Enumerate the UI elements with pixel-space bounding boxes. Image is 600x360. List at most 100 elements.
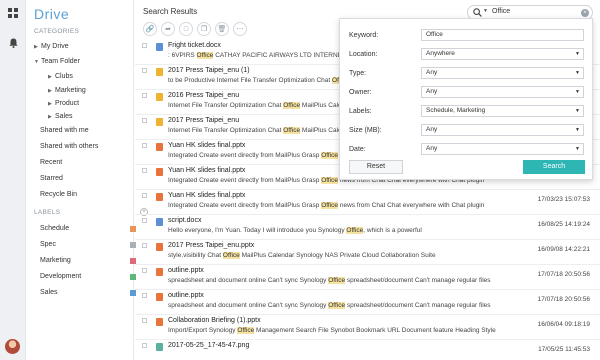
modified-date: 17/05/25 11:45:53 xyxy=(538,346,590,353)
owner-select[interactable]: Any ▼ xyxy=(421,86,584,98)
file-name[interactable]: 2016 Press Taipei_enu xyxy=(168,92,239,99)
table-row[interactable]: outline.pptx spreadsheet and document onl… xyxy=(135,290,600,315)
search-button[interactable]: Search xyxy=(523,160,585,174)
row-checkbox[interactable] xyxy=(142,118,147,123)
sidebar-item-label: Sales xyxy=(55,113,73,120)
expand-arrow-icon[interactable]: ▶ xyxy=(48,85,55,97)
expand-arrow-icon[interactable]: ▶ xyxy=(34,41,41,53)
match-snippet: spreadsheet and document online Can't sy… xyxy=(168,277,528,284)
row-checkbox[interactable] xyxy=(142,143,147,148)
row-checkbox[interactable] xyxy=(142,68,147,73)
file-name[interactable]: 2017 Press Taipei_enu xyxy=(168,117,239,124)
sidebar-item-shared-with-me[interactable]: Shared with me xyxy=(40,125,89,137)
sidebar-item-recent[interactable]: Recent xyxy=(40,157,62,169)
table-row[interactable]: 2017 Press Taipei_enu.pptx style.visibili… xyxy=(135,240,600,265)
label-item-spec[interactable]: Spec xyxy=(40,239,150,251)
row-checkbox[interactable] xyxy=(142,168,147,173)
keyword-highlight: Office xyxy=(321,177,339,184)
row-checkbox[interactable] xyxy=(142,218,147,223)
clear-search-icon[interactable]: × xyxy=(581,9,589,17)
slides-icon xyxy=(156,118,163,126)
row-checkbox[interactable] xyxy=(142,268,147,273)
modified-date: 16/08/25 14:19:24 xyxy=(537,221,590,228)
file-name[interactable]: Yuan HK slides final.pptx xyxy=(168,167,245,174)
collapse-arrow-icon[interactable]: ▼ xyxy=(34,56,41,68)
keyword-highlight: Office xyxy=(328,302,346,309)
slides-icon xyxy=(156,68,163,76)
chevron-down-icon: ▼ xyxy=(575,70,580,76)
file-name[interactable]: 2017 Press Taipei_enu (1) xyxy=(168,67,250,74)
file-name[interactable]: Collaboration Briefing (1).pptx xyxy=(168,317,261,324)
search-options-dropdown-icon[interactable]: ▼ xyxy=(483,8,488,14)
row-checkbox[interactable] xyxy=(142,243,147,248)
file-name[interactable]: 2017 Press Taipei_enu.pptx xyxy=(168,242,254,249)
expand-arrow-icon[interactable]: ▶ xyxy=(48,98,55,110)
label-item-development[interactable]: Development xyxy=(40,271,150,283)
sidebar-item-shared-with-others[interactable]: Shared with others xyxy=(40,141,98,153)
label-item-sales[interactable]: Sales xyxy=(40,287,150,299)
table-row[interactable]: Yuan HK slides final.pptx Integrated Crea… xyxy=(135,190,600,215)
sidebar-item-my-drive[interactable]: ▶ My Drive xyxy=(34,41,69,53)
snippet-text: : 6VPIRS xyxy=(168,52,197,59)
snippet-text: Integrated Create event directly from Ma… xyxy=(168,177,322,184)
date-select[interactable]: Any ▼ xyxy=(421,143,584,155)
copy-icon[interactable]: ❐ xyxy=(197,22,211,36)
file-name[interactable]: Yuan HK slides final.pptx xyxy=(168,192,245,199)
sidebar-item-recycle-bin[interactable]: Recycle Bin xyxy=(40,189,77,201)
label-name: Sales xyxy=(40,289,58,296)
row-checkbox[interactable] xyxy=(142,318,147,323)
file-name[interactable]: Yuan HK slides final.pptx xyxy=(168,142,245,149)
folder-icon[interactable]: □ xyxy=(179,22,193,36)
type-value: Any xyxy=(426,69,438,76)
file-name[interactable]: script.docx xyxy=(168,217,201,224)
user-avatar[interactable] xyxy=(5,339,20,354)
row-checkbox[interactable] xyxy=(142,93,147,98)
keyword-highlight: Office xyxy=(328,277,346,284)
share-icon[interactable]: ➦ xyxy=(161,22,175,36)
table-row[interactable]: Collaboration Briefing (1).pptx Import/Ex… xyxy=(135,315,600,340)
keyword-highlight: Office xyxy=(321,202,339,209)
sidebar-item-label: Product xyxy=(55,100,80,107)
file-name[interactable]: outline.pptx xyxy=(168,267,204,274)
expand-arrow-icon[interactable]: ▶ xyxy=(48,111,55,123)
table-row[interactable]: outline.pptx spreadsheet and document onl… xyxy=(135,265,600,290)
file-name[interactable]: outline.pptx xyxy=(168,292,204,299)
apps-grid-icon[interactable] xyxy=(7,7,19,19)
reset-button[interactable]: Reset xyxy=(349,160,403,174)
file-name[interactable]: Fright ticket.docx xyxy=(168,42,221,49)
search-input-value: Office xyxy=(492,8,511,15)
location-label: Location: xyxy=(349,51,378,58)
delete-icon[interactable]: 🗑 xyxy=(215,22,229,36)
sidebar-item-starred[interactable]: Starred xyxy=(40,173,63,185)
modified-date: 17/03/23 15:07:53 xyxy=(537,196,590,203)
location-select[interactable]: Anywhere ▼ xyxy=(421,48,584,60)
row-checkbox[interactable] xyxy=(142,293,147,298)
expand-arrow-icon[interactable]: ▶ xyxy=(48,71,55,83)
chevron-down-icon: ▼ xyxy=(575,108,580,114)
row-checkbox[interactable] xyxy=(142,343,147,348)
powerpoint-icon xyxy=(156,143,163,151)
sidebar-item-product[interactable]: ▶ Product xyxy=(48,98,79,110)
keyword-field[interactable]: Office xyxy=(421,29,584,41)
size-select[interactable]: Any ▼ xyxy=(421,124,584,136)
table-row[interactable]: script.docx Hello everyone, I'm Yuan. Tod… xyxy=(135,215,600,240)
label-item-schedule[interactable]: Schedule xyxy=(40,223,150,235)
keyword-highlight: Office xyxy=(196,52,214,59)
sidebar-item-clubs[interactable]: ▶ Clubs xyxy=(48,71,73,83)
row-checkbox[interactable] xyxy=(142,193,147,198)
type-select[interactable]: Any ▼ xyxy=(421,67,584,79)
more-options-icon[interactable]: ⋯ xyxy=(233,22,247,36)
attach-link-icon[interactable]: 🔗 xyxy=(143,22,157,36)
file-name[interactable]: 2017-05-25_17-45-47.png xyxy=(168,342,249,349)
sidebar-item-label: My Drive xyxy=(41,43,69,50)
table-row[interactable]: 2017-05-25_17-45-47.png 17/05/25 11:45:53 xyxy=(135,340,600,360)
label-item-marketing[interactable]: Marketing xyxy=(40,255,150,267)
snippet-text: Internet File Transfer Optimization Chat xyxy=(168,127,284,134)
sidebar-item-team-folder[interactable]: ▼ Team Folder xyxy=(34,56,80,68)
search-icon[interactable] xyxy=(473,8,482,17)
row-checkbox[interactable] xyxy=(142,43,147,48)
notification-bell-icon[interactable] xyxy=(7,37,19,49)
labels-select[interactable]: Schedule, Marketing ▼ xyxy=(421,105,584,117)
sidebar-item-marketing[interactable]: ▶ Marketing xyxy=(48,85,86,97)
sidebar-item-sales[interactable]: ▶ Sales xyxy=(48,111,73,123)
